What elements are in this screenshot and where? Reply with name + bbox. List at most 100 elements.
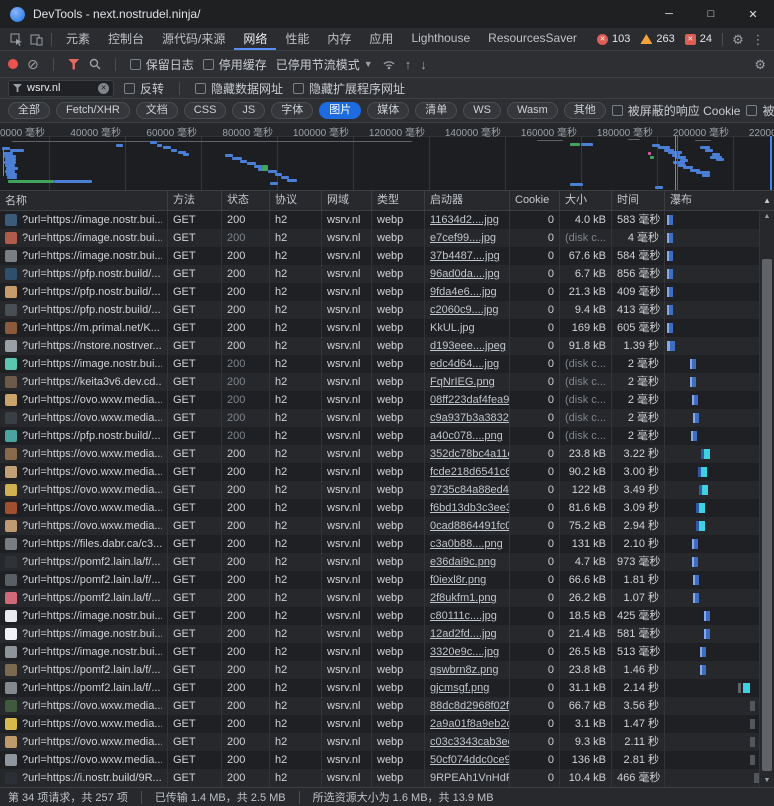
initiator-link[interactable]: 2a9a01f8a9eb2c4 <box>430 718 510 730</box>
chip-font[interactable]: 字体 <box>271 102 313 119</box>
initiator-link[interactable]: c03c3343cab3ee2 <box>430 736 510 748</box>
network-overview-chart[interactable]: 20000 毫秒40000 毫秒60000 毫秒80000 毫秒100000 毫… <box>0 123 774 191</box>
initiator-link[interactable]: 11634d2....jpg <box>430 214 499 226</box>
table-row[interactable]: ?url=https://image.nostr.bui...GET200h2w… <box>0 211 774 229</box>
table-row[interactable]: ?url=https://ovo.wxw.media...GET200h2wsr… <box>0 517 774 535</box>
initiator-link[interactable]: f0iexl8r.png <box>430 574 486 586</box>
blocked-requests-checkbox[interactable]: 被屏蔽的请求 <box>746 102 774 119</box>
initiator-link[interactable]: c3a0b88....png <box>430 538 503 550</box>
disable-cache-checkbox[interactable]: 停用缓存 <box>203 56 267 73</box>
table-row[interactable]: ?url=https://pomf2.lain.la/f/...GET200h2… <box>0 571 774 589</box>
initiator-link[interactable]: d193eee....jpeg <box>430 340 506 352</box>
import-har-icon[interactable]: ↑ <box>405 58 412 71</box>
tab-lighthouse[interactable]: Lighthouse <box>402 28 479 50</box>
column-header-cookie[interactable]: Cookie <box>510 191 560 210</box>
column-header-domain[interactable]: 网域 <box>322 191 372 210</box>
scroll-up-icon[interactable]: ▲ <box>760 211 774 223</box>
filter-input[interactable]: wsrv.nl ✕ <box>8 80 114 97</box>
initiator-link[interactable]: 12ad2fd....jpg <box>430 628 497 640</box>
table-row[interactable]: ?url=https://image.nostr.bui...GET200h2w… <box>0 643 774 661</box>
table-row[interactable]: ?url=https://i.nostr.build/9R...GET200h2… <box>0 769 774 787</box>
initiator-link[interactable]: 50cf074ddc0ce90 <box>430 754 510 766</box>
column-header-name[interactable]: 名称 <box>0 191 168 210</box>
inspect-element-icon[interactable] <box>6 28 26 50</box>
tab-application[interactable]: 应用 <box>360 28 402 50</box>
initiator-link[interactable]: 37b4487....jpg <box>430 250 500 262</box>
scrollbar-thumb[interactable] <box>762 259 772 771</box>
hide-extension-urls-checkbox[interactable]: 隐藏扩展程序网址 <box>293 80 405 97</box>
column-header-method[interactable]: 方法 <box>168 191 222 210</box>
table-row[interactable]: ?url=https://pomf2.lain.la/f/...GET200h2… <box>0 661 774 679</box>
initiator-link[interactable]: e36dai9c.png <box>430 556 496 568</box>
device-toolbar-icon[interactable] <box>26 28 46 50</box>
vertical-scrollbar[interactable]: ▲ ▼ <box>759 211 774 787</box>
table-row[interactable]: ?url=https://image.nostr.bui...GET200h2w… <box>0 247 774 265</box>
table-row[interactable]: ?url=https://ovo.wxw.media...GET200h2wsr… <box>0 463 774 481</box>
console-warnings-badge[interactable]: 263 <box>640 33 674 45</box>
initiator-link[interactable]: 3320e9c....jpg <box>430 646 499 658</box>
table-row[interactable]: ?url=https://nstore.nostrver...GET200h2w… <box>0 337 774 355</box>
column-header-type[interactable]: 类型 <box>372 191 425 210</box>
chip-img[interactable]: 图片 <box>319 102 361 119</box>
scroll-down-icon[interactable]: ▼ <box>760 775 774 787</box>
chip-js[interactable]: JS <box>232 102 265 119</box>
table-row[interactable]: ?url=https://image.nostr.bui...GET200h2w… <box>0 607 774 625</box>
table-row[interactable]: ?url=https://ovo.wxw.media...GET200h2wsr… <box>0 409 774 427</box>
chip-wasm[interactable]: Wasm <box>507 102 558 119</box>
table-row[interactable]: ?url=https://pfp.nostr.build/...GET200h2… <box>0 427 774 445</box>
maximize-button[interactable]: □ <box>690 0 732 28</box>
table-row[interactable]: ?url=https://pomf2.lain.la/f/...GET200h2… <box>0 679 774 697</box>
close-button[interactable]: ✕ <box>732 0 774 28</box>
initiator-link[interactable]: 9fda4e6....jpg <box>430 286 497 298</box>
column-header-initiator[interactable]: 启动器 <box>425 191 510 210</box>
initiator-link[interactable]: e7cef99....jpg <box>430 232 496 244</box>
record-network-log-button[interactable] <box>8 59 18 69</box>
minimize-button[interactable]: ─ <box>648 0 690 28</box>
initiator-link[interactable]: c80111c....jpg <box>430 610 497 622</box>
tab-resources-saver[interactable]: ResourcesSaver <box>479 28 586 50</box>
throttling-dropdown[interactable]: 已停用节流模式 ▼ <box>276 56 373 73</box>
hide-data-urls-checkbox[interactable]: 隐藏数据网址 <box>195 80 283 97</box>
initiator-link[interactable]: fcde218d6541c65 <box>430 466 510 478</box>
initiator-link[interactable]: edc4d64....jpg <box>430 358 499 370</box>
table-row[interactable]: ?url=https://image.nostr.bui...GET200h2w… <box>0 625 774 643</box>
table-row[interactable]: ?url=https://pomf2.lain.la/f/...GET200h2… <box>0 589 774 607</box>
table-row[interactable]: ?url=https://ovo.wxw.media...GET200h2wsr… <box>0 697 774 715</box>
initiator-link[interactable]: 96ad0da....jpg <box>430 268 500 280</box>
table-row[interactable]: ?url=https://ovo.wxw.media...GET200h2wsr… <box>0 445 774 463</box>
table-row[interactable]: ?url=https://files.dabr.ca/c3...GET200h2… <box>0 535 774 553</box>
table-row[interactable]: ?url=https://ovo.wxw.media...GET200h2wsr… <box>0 751 774 769</box>
table-row[interactable]: ?url=https://keita3v6.dev.cd...GET200h2w… <box>0 373 774 391</box>
table-row[interactable]: ?url=https://pfp.nostr.build/...GET200h2… <box>0 301 774 319</box>
initiator-link[interactable]: FqNrIEG.png <box>430 376 495 388</box>
tab-network[interactable]: 网络 <box>234 28 276 50</box>
table-row[interactable]: ?url=https://m.primal.net/K...GET200h2ws… <box>0 319 774 337</box>
filter-toggle-icon[interactable] <box>68 59 80 70</box>
table-row[interactable]: ?url=https://ovo.wxw.media...GET200h2wsr… <box>0 481 774 499</box>
column-header-waterfall[interactable]: 瀑布▲ <box>665 191 774 210</box>
chip-all[interactable]: 全部 <box>8 102 50 119</box>
chip-other[interactable]: 其他 <box>564 102 606 119</box>
table-row[interactable]: ?url=https://pfp.nostr.build/...GET200h2… <box>0 283 774 301</box>
console-errors-badge[interactable]: ✕ 103 <box>597 33 630 45</box>
network-settings-gear-icon[interactable]: ⚙ <box>754 58 766 71</box>
table-row[interactable]: ?url=https://ovo.wxw.media...GET200h2wsr… <box>0 733 774 751</box>
issues-badge[interactable]: ✕ 24 <box>685 33 712 45</box>
tab-elements[interactable]: 元素 <box>57 28 99 50</box>
table-row[interactable]: ?url=https://ovo.wxw.media...GET200h2wsr… <box>0 715 774 733</box>
tab-memory[interactable]: 内存 <box>318 28 360 50</box>
table-row[interactable]: ?url=https://ovo.wxw.media...GET200h2wsr… <box>0 391 774 409</box>
chip-ws[interactable]: WS <box>463 102 501 119</box>
clear-network-log-icon[interactable]: ⊘ <box>27 57 39 71</box>
preserve-log-checkbox[interactable]: 保留日志 <box>130 56 194 73</box>
tab-performance[interactable]: 性能 <box>276 28 318 50</box>
chip-media[interactable]: 媒体 <box>367 102 409 119</box>
search-icon[interactable] <box>89 58 101 70</box>
initiator-link[interactable]: 0cad8864491fc05 <box>430 520 510 532</box>
initiator-link[interactable]: 88dc8d2968f02f6 <box>430 700 510 712</box>
kebab-menu-icon[interactable]: ⋮ <box>748 33 768 46</box>
chip-doc[interactable]: 文档 <box>136 102 178 119</box>
table-row[interactable]: ?url=https://pfp.nostr.build/...GET200h2… <box>0 265 774 283</box>
chip-css[interactable]: CSS <box>184 102 227 119</box>
blocked-cookies-checkbox[interactable]: 被屏蔽的响应 Cookie <box>612 102 741 119</box>
